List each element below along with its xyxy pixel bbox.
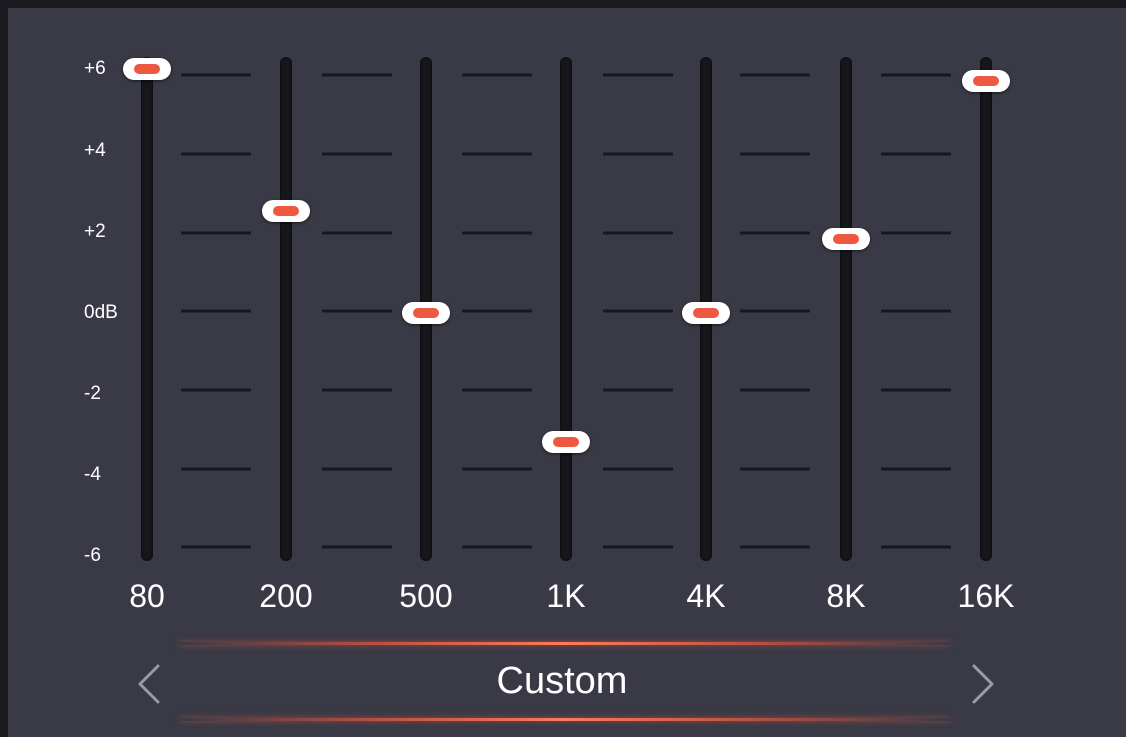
band-frequency-label: 80	[129, 578, 165, 614]
tick-mark	[881, 73, 951, 77]
preset-divider-top	[180, 642, 950, 645]
slider-knob[interactable]	[962, 70, 1010, 93]
tick-mark	[322, 388, 392, 392]
tick-mark	[322, 467, 392, 471]
tick-mark	[881, 545, 951, 549]
band-frequency-label: 500	[399, 578, 453, 614]
tick-mark	[462, 152, 532, 156]
scale-label-minus6: -6	[84, 545, 101, 566]
band-frequency-label: 4K	[686, 578, 726, 614]
tick-mark	[881, 309, 951, 313]
scale-label-plus4: +4	[84, 140, 106, 161]
tick-mark	[603, 309, 673, 313]
tick-mark	[740, 545, 810, 549]
tick-mark	[462, 73, 532, 77]
tick-mark	[740, 73, 810, 77]
slider-track[interactable]	[980, 57, 992, 561]
slider-knob[interactable]	[822, 228, 870, 251]
tick-mark	[181, 309, 251, 313]
tick-mark	[740, 309, 810, 313]
slider-track[interactable]	[840, 57, 852, 561]
slider-knob[interactable]	[402, 301, 450, 324]
slider-knob[interactable]	[542, 431, 590, 454]
band-frequency-label: 200	[259, 578, 313, 614]
tick-mark	[740, 152, 810, 156]
tick-mark	[603, 545, 673, 549]
scale-label-minus2: -2	[84, 383, 101, 404]
tick-mark	[181, 231, 251, 235]
tick-mark	[322, 152, 392, 156]
preset-divider-bottom	[180, 718, 950, 721]
previous-preset-button[interactable]	[130, 662, 170, 706]
tick-mark	[181, 152, 251, 156]
tick-mark	[181, 467, 251, 471]
tick-mark	[881, 388, 951, 392]
slider-knob[interactable]	[682, 301, 730, 324]
band-frequency-label: 8K	[826, 578, 866, 614]
slider-track[interactable]	[141, 57, 153, 561]
tick-mark	[462, 467, 532, 471]
tick-mark	[462, 231, 532, 235]
band-frequency-label: 16K	[957, 578, 1015, 614]
tick-mark	[462, 309, 532, 313]
tick-mark	[181, 388, 251, 392]
tick-mark	[603, 388, 673, 392]
tick-mark	[740, 231, 810, 235]
tick-mark	[740, 388, 810, 392]
scale-label-minus4: -4	[84, 464, 101, 485]
tick-mark	[603, 231, 673, 235]
chevron-right-icon	[972, 664, 994, 704]
band-frequency-label: 1K	[546, 578, 586, 614]
slider-track[interactable]	[560, 57, 572, 561]
tick-mark	[322, 73, 392, 77]
tick-mark	[603, 73, 673, 77]
tick-mark	[603, 152, 673, 156]
tick-mark	[322, 309, 392, 313]
next-preset-button[interactable]	[962, 662, 1002, 706]
tick-mark	[462, 545, 532, 549]
tick-mark	[881, 231, 951, 235]
preset-name: Custom	[496, 660, 628, 702]
scale-label-plus2: +2	[84, 221, 106, 242]
chevron-left-icon	[138, 664, 160, 704]
tick-mark	[181, 73, 251, 77]
slider-knob[interactable]	[123, 58, 171, 80]
tick-mark	[881, 467, 951, 471]
tick-mark	[322, 231, 392, 235]
slider-track[interactable]	[280, 57, 292, 561]
tick-mark	[603, 467, 673, 471]
tick-mark	[881, 152, 951, 156]
slider-knob[interactable]	[262, 200, 310, 223]
tick-mark	[181, 545, 251, 549]
scale-label-zero: 0dB	[84, 302, 118, 323]
tick-mark	[462, 388, 532, 392]
tick-mark	[322, 545, 392, 549]
tick-mark	[740, 467, 810, 471]
